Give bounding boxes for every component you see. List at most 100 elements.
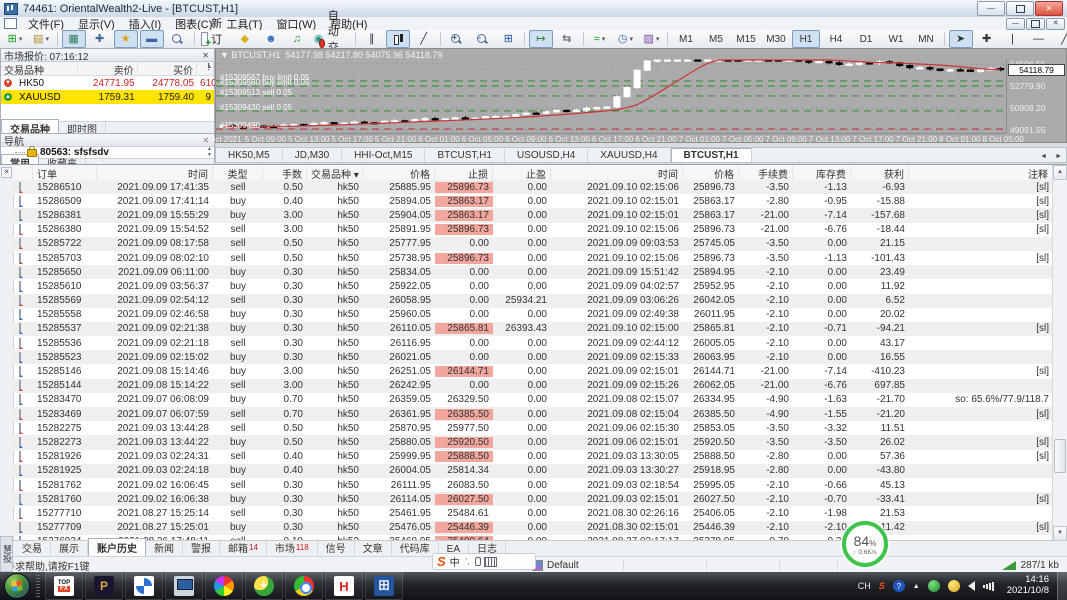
sogou-logo-icon[interactable]: S: [437, 554, 446, 569]
experts-button[interactable]: ☻: [259, 30, 283, 48]
market-watch-row[interactable]: ▲XAUUSD1759.311759.409: [1, 90, 214, 104]
bar-chart-button[interactable]: ∥: [360, 30, 384, 48]
taskbar-clock[interactable]: 14:16 2021/10/8: [1007, 575, 1049, 597]
history-row[interactable]: 152817602021.09.02 16:06:38buy0.30hk5026…: [13, 492, 1053, 506]
hline-tool[interactable]: —: [1027, 30, 1051, 48]
history-col-1[interactable]: 订单: [33, 165, 97, 180]
market-watch-row[interactable]: ▼HK5024771.9524778.05610: [1, 76, 214, 90]
history-row[interactable]: 152822752021.09.03 13:44:28sell0.50hk502…: [13, 421, 1053, 435]
history-col-8[interactable]: 止盈: [493, 165, 551, 180]
terminal-tab-2[interactable]: 账户历史: [88, 538, 146, 556]
scroll-down-icon[interactable]: ▼: [207, 96, 212, 102]
tray-language-indicator[interactable]: CH: [858, 581, 871, 591]
history-row[interactable]: 152856102021.09.09 03:56:37buy0.30hk5025…: [13, 279, 1053, 293]
chart-tab-5[interactable]: XAUUSD,H4: [588, 149, 670, 162]
chart-child-icon[interactable]: [4, 18, 17, 29]
timeframe-h1[interactable]: H1: [792, 30, 820, 48]
child-restore-button[interactable]: [1026, 18, 1045, 30]
candle-chart-button[interactable]: [386, 30, 410, 48]
scrollbar-thumb[interactable]: [1054, 439, 1066, 473]
history-row[interactable]: 152865092021.09.09 17:41:14buy0.40hk5025…: [13, 194, 1053, 208]
close-button[interactable]: ✕: [1035, 1, 1063, 16]
metaeditor-button[interactable]: ◆: [233, 30, 257, 48]
nav-scroll-down-icon[interactable]: ▼: [207, 152, 212, 158]
timeframe-m1[interactable]: M1: [672, 30, 700, 48]
terminal-toggle[interactable]: ▬: [140, 30, 164, 48]
history-row[interactable]: 152855232021.09.09 02:15:02buy0.30hk5026…: [13, 350, 1053, 364]
history-col-13[interactable]: 获利: [851, 165, 909, 180]
tray-shield-icon[interactable]: [948, 580, 960, 592]
performance-overlay[interactable]: 84% ↑ 0.6K/s: [842, 521, 888, 567]
timeframe-m30[interactable]: M30: [762, 30, 790, 48]
terminal-tab-3[interactable]: 新闻: [146, 539, 183, 556]
history-col-10[interactable]: 价格: [683, 165, 739, 180]
auto-scroll-button[interactable]: ↦: [529, 30, 553, 48]
timeframe-mn[interactable]: MN: [912, 30, 940, 48]
side-vertical-tab[interactable]: 慧投: [0, 536, 13, 572]
terminal-tab-7[interactable]: 信号: [318, 539, 355, 556]
chart-tab-6[interactable]: BTCUST,H1: [671, 148, 752, 162]
minimize-button[interactable]: —: [977, 1, 1005, 16]
zoom-out-button[interactable]: -: [470, 30, 494, 48]
history-col-4[interactable]: 手数: [263, 165, 307, 180]
history-col-2[interactable]: 时间: [97, 165, 213, 180]
bank-app-icon[interactable]: 田: [365, 572, 403, 600]
history-row[interactable]: 152819252021.09.03 02:24:18buy0.40hk5026…: [13, 464, 1053, 478]
antivirus-app-icon[interactable]: [245, 572, 283, 600]
data-window-toggle[interactable]: ✚: [88, 30, 112, 48]
huatai-app-icon[interactable]: H: [325, 572, 363, 600]
trading-app-icon[interactable]: P: [85, 572, 123, 600]
history-row[interactable]: 152851442021.09.08 15:14:22sell3.00hk502…: [13, 379, 1053, 393]
scrollbar-down-icon[interactable]: ▼: [1053, 526, 1067, 541]
pinwheel-browser-icon[interactable]: [205, 572, 243, 600]
menu-item-5[interactable]: 窗口(W): [269, 19, 323, 31]
chart-tab-4[interactable]: USOUSD,H4: [505, 149, 588, 162]
profiles-button[interactable]: ▤▾: [29, 30, 53, 48]
terminal-tab-5[interactable]: 邮箱14: [220, 539, 267, 556]
history-row[interactable]: 152857222021.09.09 08:17:58sell0.50hk502…: [13, 237, 1053, 251]
keyboard-icon[interactable]: [484, 557, 497, 567]
history-row[interactable]: 152857032021.09.09 08:02:10sell0.50hk502…: [13, 251, 1053, 265]
history-col-9[interactable]: 时间: [551, 165, 683, 180]
navigator-account-item[interactable]: 80563: sfsfsdv: [1, 147, 214, 158]
tray-green-icon[interactable]: [928, 580, 940, 592]
tray-expand-icon[interactable]: ▲: [913, 583, 920, 590]
history-row[interactable]: 152856502021.09.09 06:11:00buy0.30hk5025…: [13, 265, 1053, 279]
history-row[interactable]: 152777092021.08.27 15:25:01buy0.30hk5025…: [13, 521, 1053, 535]
scroll-up-icon[interactable]: ▲: [207, 64, 212, 70]
terminal-close-icon[interactable]: ✕: [1, 167, 12, 178]
history-row[interactable]: 152822732021.09.03 13:44:22buy0.50hk5025…: [13, 435, 1053, 449]
ime-punctuation-toggle[interactable]: ’,: [466, 557, 470, 566]
history-col-7[interactable]: 止损: [435, 165, 493, 180]
templates-button[interactable]: ▨▾: [639, 30, 663, 48]
menu-item-2[interactable]: 插入(I): [122, 19, 168, 31]
chart-tabs-right-icon[interactable]: ►: [1051, 151, 1066, 162]
terminal-tab-1[interactable]: 展示: [51, 539, 88, 556]
history-row[interactable]: 152855362021.09.09 02:21:18sell0.30hk502…: [13, 336, 1053, 350]
history-row[interactable]: 152863812021.09.09 15:55:29buy3.00hk5025…: [13, 208, 1053, 222]
history-row[interactable]: 152777102021.08.27 15:25:14sell0.30hk502…: [13, 506, 1053, 520]
chart-shift-button[interactable]: ⇆: [555, 30, 579, 48]
terminal-tab-4[interactable]: 警报: [183, 539, 220, 556]
restore-button[interactable]: [1006, 1, 1034, 16]
history-row[interactable]: 152834702021.09.07 06:08:09buy0.70hk5026…: [13, 393, 1053, 407]
microphone-icon[interactable]: [475, 557, 481, 566]
chart-tabs-left-icon[interactable]: ◄: [1036, 151, 1051, 162]
zoom-in-button[interactable]: +: [444, 30, 468, 48]
history-col-14[interactable]: 注释: [909, 165, 1053, 180]
history-col-0[interactable]: [13, 165, 33, 180]
history-row[interactable]: 152855582021.09.09 02:46:58buy0.30hk5025…: [13, 308, 1053, 322]
line-chart-button[interactable]: ╱: [412, 30, 436, 48]
network-icon[interactable]: [983, 581, 995, 591]
timeframe-m5[interactable]: M5: [702, 30, 730, 48]
terminal-tab-6[interactable]: 市场118: [267, 539, 318, 556]
chart-plot[interactable]: #15309567 buy limit 0.05#15309580 buy li…: [216, 59, 1006, 133]
terminal-scrollbar[interactable]: ▲ ▼: [1052, 165, 1067, 541]
sound-button[interactable]: ♫: [285, 30, 309, 48]
history-row[interactable]: 152865102021.09.09 17:41:35sell0.50hk502…: [13, 180, 1053, 194]
history-col-3[interactable]: 类型: [213, 165, 263, 180]
history-row[interactable]: 152863802021.09.09 15:54:52sell3.00hk502…: [13, 223, 1053, 237]
history-row[interactable]: 152851462021.09.08 15:14:46buy3.00hk5026…: [13, 364, 1053, 378]
history-row[interactable]: 152855692021.09.09 02:54:12sell0.30hk502…: [13, 294, 1053, 308]
history-row[interactable]: 152834692021.09.07 06:07:59sell0.70hk502…: [13, 407, 1053, 421]
